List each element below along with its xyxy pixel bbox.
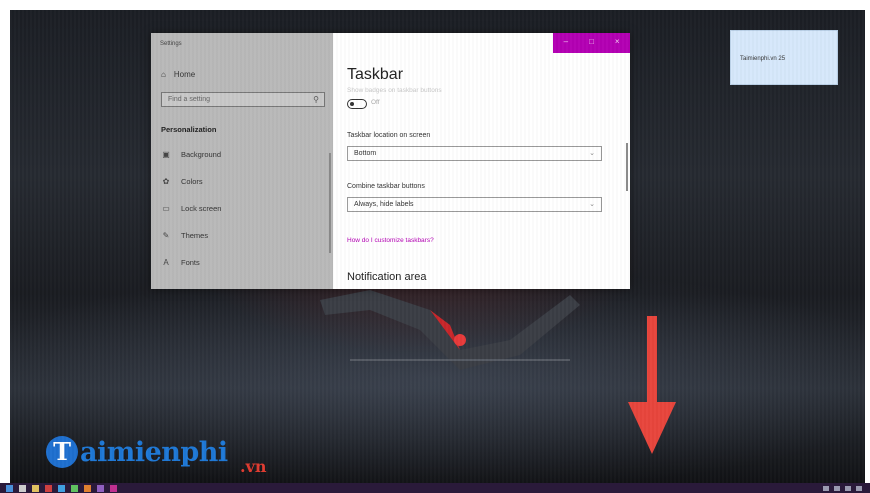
- taskbar: [0, 483, 870, 493]
- sidebar-scrollbar[interactable]: [329, 153, 331, 253]
- sidebar-item-background[interactable]: ▣ Background: [161, 150, 221, 159]
- maximize-button[interactable]: □: [579, 33, 605, 53]
- start-icon[interactable]: [6, 484, 13, 492]
- chevron-down-icon: ⌄: [589, 150, 595, 157]
- sidebar-item-label: Themes: [181, 231, 209, 240]
- taimienphi-logo: T aimienphi .vn: [46, 427, 267, 477]
- palette-icon: ✿: [162, 177, 170, 186]
- font-icon: A: [163, 258, 169, 267]
- badges-setting-label: Show badges on taskbar buttons: [347, 87, 442, 94]
- close-button[interactable]: ×: [604, 33, 630, 53]
- sidebar-item-fonts[interactable]: A Fonts: [161, 258, 200, 267]
- sidebar-item-label: Colors: [181, 177, 203, 186]
- app-icon[interactable]: [97, 484, 104, 492]
- down-arrow-icon: [628, 316, 676, 454]
- picture-icon: ▣: [162, 150, 170, 159]
- home-icon: ⌂: [161, 70, 166, 79]
- search-icon: ⚲: [313, 95, 319, 104]
- location-label: Taskbar location on screen: [347, 132, 431, 139]
- tray-icon[interactable]: [823, 485, 829, 491]
- robot-wallpaper-art: [320, 290, 580, 370]
- window-controls: – □ ×: [553, 33, 630, 53]
- home-label: Home: [173, 70, 196, 79]
- folder-icon[interactable]: [32, 484, 39, 492]
- page-title: Taskbar: [347, 66, 404, 83]
- badges-toggle-state: Off: [371, 99, 380, 106]
- content-scrollbar[interactable]: [626, 143, 628, 191]
- location-value: Bottom: [354, 150, 377, 157]
- combine-value: Always, hide labels: [354, 201, 414, 208]
- system-tray: [823, 485, 862, 491]
- search-placeholder: Find a setting: [168, 96, 211, 103]
- tray-icon[interactable]: [845, 485, 851, 491]
- monitor-icon: ▭: [162, 204, 170, 213]
- location-dropdown[interactable]: Bottom ⌄: [347, 146, 602, 161]
- logo-text: aimienphi: [80, 436, 228, 468]
- tray-icon[interactable]: [834, 485, 840, 491]
- chevron-down-icon: ⌄: [589, 201, 595, 208]
- app-icon[interactable]: [71, 484, 78, 492]
- settings-content: – □ × Taskbar Show badges on taskbar but…: [333, 33, 630, 289]
- tray-icon[interactable]: [856, 485, 862, 491]
- sidebar-item-lock-screen[interactable]: ▭ Lock screen: [161, 204, 221, 213]
- logo-mark: T: [46, 436, 78, 468]
- brush-icon: ✎: [162, 231, 170, 240]
- notification-area-heading: Notification area: [347, 271, 427, 283]
- app-icon[interactable]: [45, 484, 52, 492]
- help-link[interactable]: How do I customize taskbars?: [347, 237, 434, 244]
- taskbar-icons: [6, 484, 117, 492]
- sidebar-item-themes[interactable]: ✎ Themes: [161, 231, 208, 240]
- notification-tile[interactable]: Taimienphi.vn 25: [730, 30, 838, 85]
- sidebar-item-label: Lock screen: [181, 204, 222, 213]
- settings-icon[interactable]: [110, 484, 117, 492]
- badges-toggle[interactable]: [347, 99, 367, 109]
- minimize-button[interactable]: –: [553, 33, 579, 53]
- search-input[interactable]: Find a setting ⚲: [161, 92, 325, 107]
- notification-text: Taimienphi.vn 25: [740, 56, 786, 62]
- app-icon[interactable]: [58, 484, 65, 492]
- window-title: Settings: [160, 41, 182, 47]
- home-nav-item[interactable]: ⌂ Home: [161, 70, 195, 79]
- sidebar-item-colors[interactable]: ✿ Colors: [161, 177, 203, 186]
- logo-suffix: .vn: [240, 457, 267, 476]
- settings-sidebar: Settings ⌂ Home Find a setting ⚲ Persona…: [151, 33, 333, 289]
- app-icon[interactable]: [84, 484, 91, 492]
- desktop-wallpaper: Settings ⌂ Home Find a setting ⚲ Persona…: [10, 10, 865, 483]
- combine-label: Combine taskbar buttons: [347, 183, 425, 190]
- section-heading: Personalization: [161, 125, 217, 134]
- search-icon[interactable]: [19, 484, 26, 492]
- sidebar-item-label: Fonts: [181, 258, 200, 267]
- settings-window: Settings ⌂ Home Find a setting ⚲ Persona…: [151, 33, 630, 289]
- combine-dropdown[interactable]: Always, hide labels ⌄: [347, 197, 602, 212]
- sidebar-item-label: Background: [181, 150, 222, 159]
